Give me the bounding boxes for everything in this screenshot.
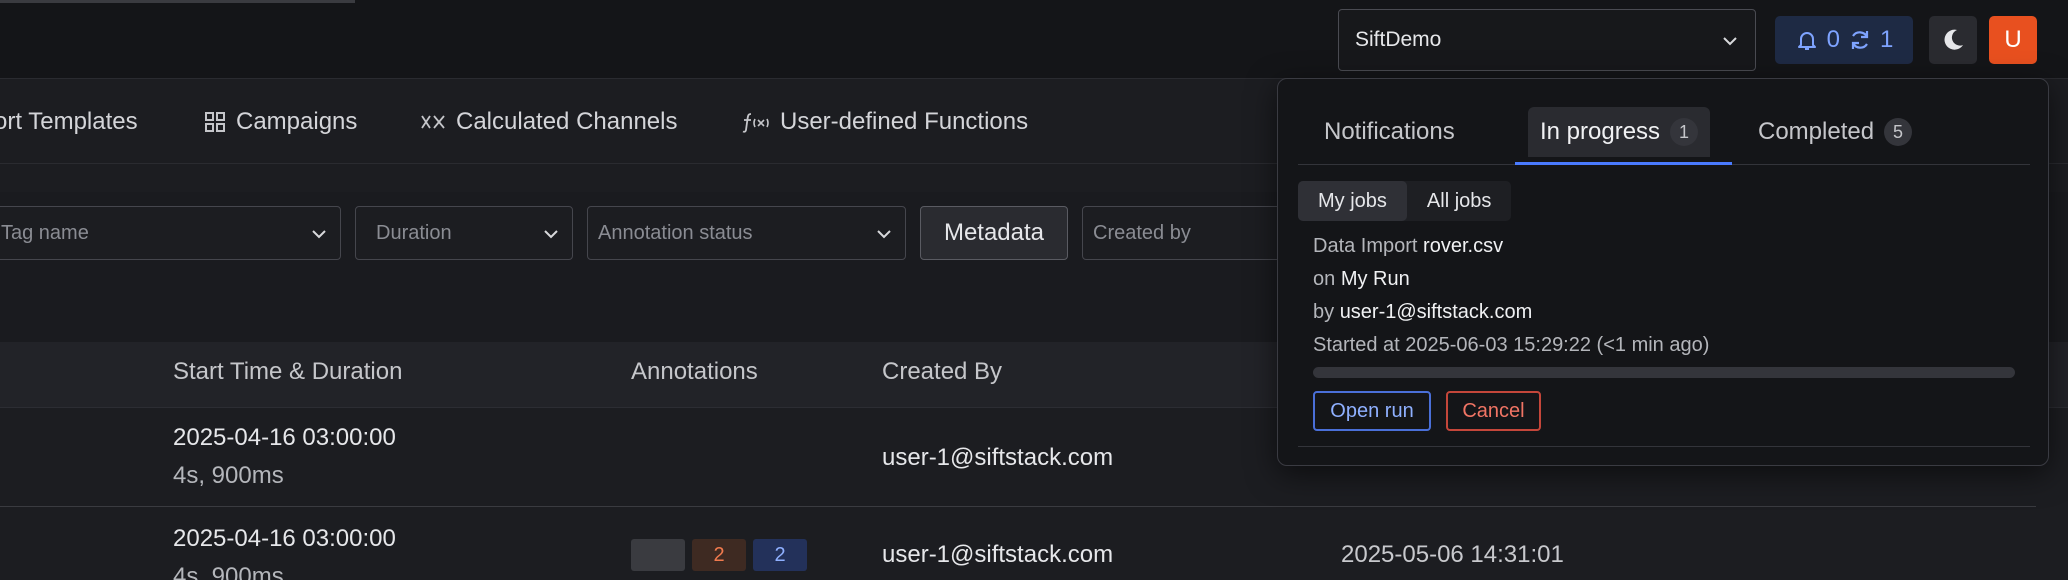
- theme-toggle-button[interactable]: [1929, 16, 1977, 64]
- tag-name-filter[interactable]: Tag name: [0, 206, 341, 260]
- job-progress-bar: [1313, 367, 2015, 378]
- filter-placeholder: Duration: [376, 221, 452, 244]
- column-header-start-time[interactable]: Start Time & Duration: [173, 358, 402, 386]
- filter-placeholder: Created by: [1093, 221, 1191, 244]
- user-avatar[interactable]: U: [1989, 16, 2037, 64]
- start-time: 2025-04-16 03:00:00: [173, 525, 396, 552]
- job-user-email: user-1@siftstack.com: [1339, 301, 1533, 323]
- refresh-icon: [1851, 31, 1869, 49]
- table-row[interactable]: 2025-04-16 03:00:00 4s, 900ms 2 2 user-1…: [0, 507, 2036, 580]
- tab-label: In progress: [1540, 118, 1661, 145]
- tab-completed[interactable]: Completed 5: [1746, 107, 1924, 157]
- nav-item-label: ort Templates: [0, 108, 138, 135]
- jobs-popover: Notifications In progress 1 Completed 5 …: [1277, 78, 2049, 466]
- job-started-at: Started at 2025-06-03 15:29:22 (<1 min a…: [1313, 334, 1710, 356]
- chevron-down-icon: [544, 230, 558, 239]
- grid-icon: [205, 112, 225, 132]
- moon-icon: [1944, 29, 1963, 50]
- organization-select[interactable]: SiftDemo: [1338, 9, 1756, 71]
- cancel-job-button[interactable]: Cancel: [1446, 391, 1541, 431]
- open-run-button[interactable]: Open run: [1313, 391, 1431, 431]
- annotation-status-filter[interactable]: Annotation status: [587, 206, 906, 260]
- chevron-down-icon: [312, 230, 326, 239]
- duration: 4s, 900ms: [173, 563, 284, 580]
- chevron-down-icon: [877, 230, 891, 239]
- nav-item-label: Campaigns: [236, 108, 358, 135]
- annotation-badge-red[interactable]: 2: [692, 539, 746, 571]
- column-header-created-by[interactable]: Created By: [882, 358, 1002, 386]
- job-run: on My Run: [1313, 268, 1410, 291]
- variable-icon: [421, 115, 445, 129]
- all-jobs-button[interactable]: All jobs: [1407, 181, 1511, 221]
- job-user-prefix: by: [1313, 301, 1335, 323]
- created-by: user-1@siftstack.com: [882, 541, 1114, 568]
- job-run-prefix: on: [1313, 268, 1336, 290]
- metadata-button[interactable]: Metadata: [920, 206, 1068, 260]
- jobs-count: 1: [1880, 26, 1894, 53]
- notifications-jobs-button[interactable]: 0 1: [1775, 16, 1913, 64]
- job-scope-toggle: My jobs All jobs: [1298, 181, 1512, 221]
- nav-item-report-templates[interactable]: ort Templates: [0, 108, 138, 136]
- top-bar: SiftDemo 0 1 U: [0, 0, 2068, 79]
- filter-placeholder: Tag name: [1, 221, 89, 244]
- tab-notifications[interactable]: Notifications: [1312, 107, 1467, 157]
- popover-tabs: Notifications In progress 1 Completed 5: [1298, 99, 2030, 165]
- nav-item-calculated-channels[interactable]: Calculated Channels: [420, 108, 677, 136]
- created-by: user-1@siftstack.com: [882, 444, 1114, 471]
- start-time: 2025-04-16 03:00:00: [173, 424, 396, 451]
- duration-filter[interactable]: Duration: [355, 206, 573, 260]
- chevron-down-icon: [1723, 37, 1737, 46]
- nav-item-label: Calculated Channels: [456, 108, 678, 135]
- nav-item-campaigns[interactable]: Campaigns: [204, 108, 357, 136]
- tab-in-progress[interactable]: In progress 1: [1528, 107, 1711, 157]
- filter-placeholder: Annotation status: [598, 221, 753, 244]
- active-tab-indicator: [1515, 162, 1732, 165]
- created-at: 2025-05-06 14:31:01: [1341, 541, 1564, 568]
- notifications-count: 0: [1826, 26, 1840, 53]
- column-header-annotations[interactable]: Annotations: [631, 358, 758, 386]
- popover-divider: [1298, 446, 2030, 447]
- job-run-name: My Run: [1340, 268, 1410, 290]
- job-file: rover.csv: [1423, 235, 1504, 257]
- nav-item-user-defined-functions[interactable]: User-defined Functions: [742, 108, 1028, 136]
- nav-item-label: User-defined Functions: [780, 108, 1029, 135]
- created-by-filter[interactable]: Created by: [1082, 206, 1302, 260]
- tab-count: 5: [1884, 118, 1913, 146]
- annotation-badge-blue[interactable]: 2: [753, 539, 807, 571]
- my-jobs-button[interactable]: My jobs: [1298, 181, 1407, 221]
- duration: 4s, 900ms: [173, 462, 284, 489]
- scroll-indicator: [0, 0, 355, 3]
- job-user: by user-1@siftstack.com: [1313, 301, 1532, 324]
- job-type: Data Import: [1313, 235, 1418, 257]
- organization-select-value: SiftDemo: [1355, 28, 1442, 51]
- job-title: Data Import rover.csv: [1313, 235, 1503, 258]
- annotation-badge-neutral[interactable]: [631, 539, 685, 571]
- tab-count: 1: [1670, 118, 1699, 146]
- bell-icon: [1797, 32, 1816, 50]
- tab-label: Notifications: [1324, 118, 1455, 145]
- tab-label: Completed: [1758, 118, 1875, 145]
- function-icon: [742, 113, 769, 133]
